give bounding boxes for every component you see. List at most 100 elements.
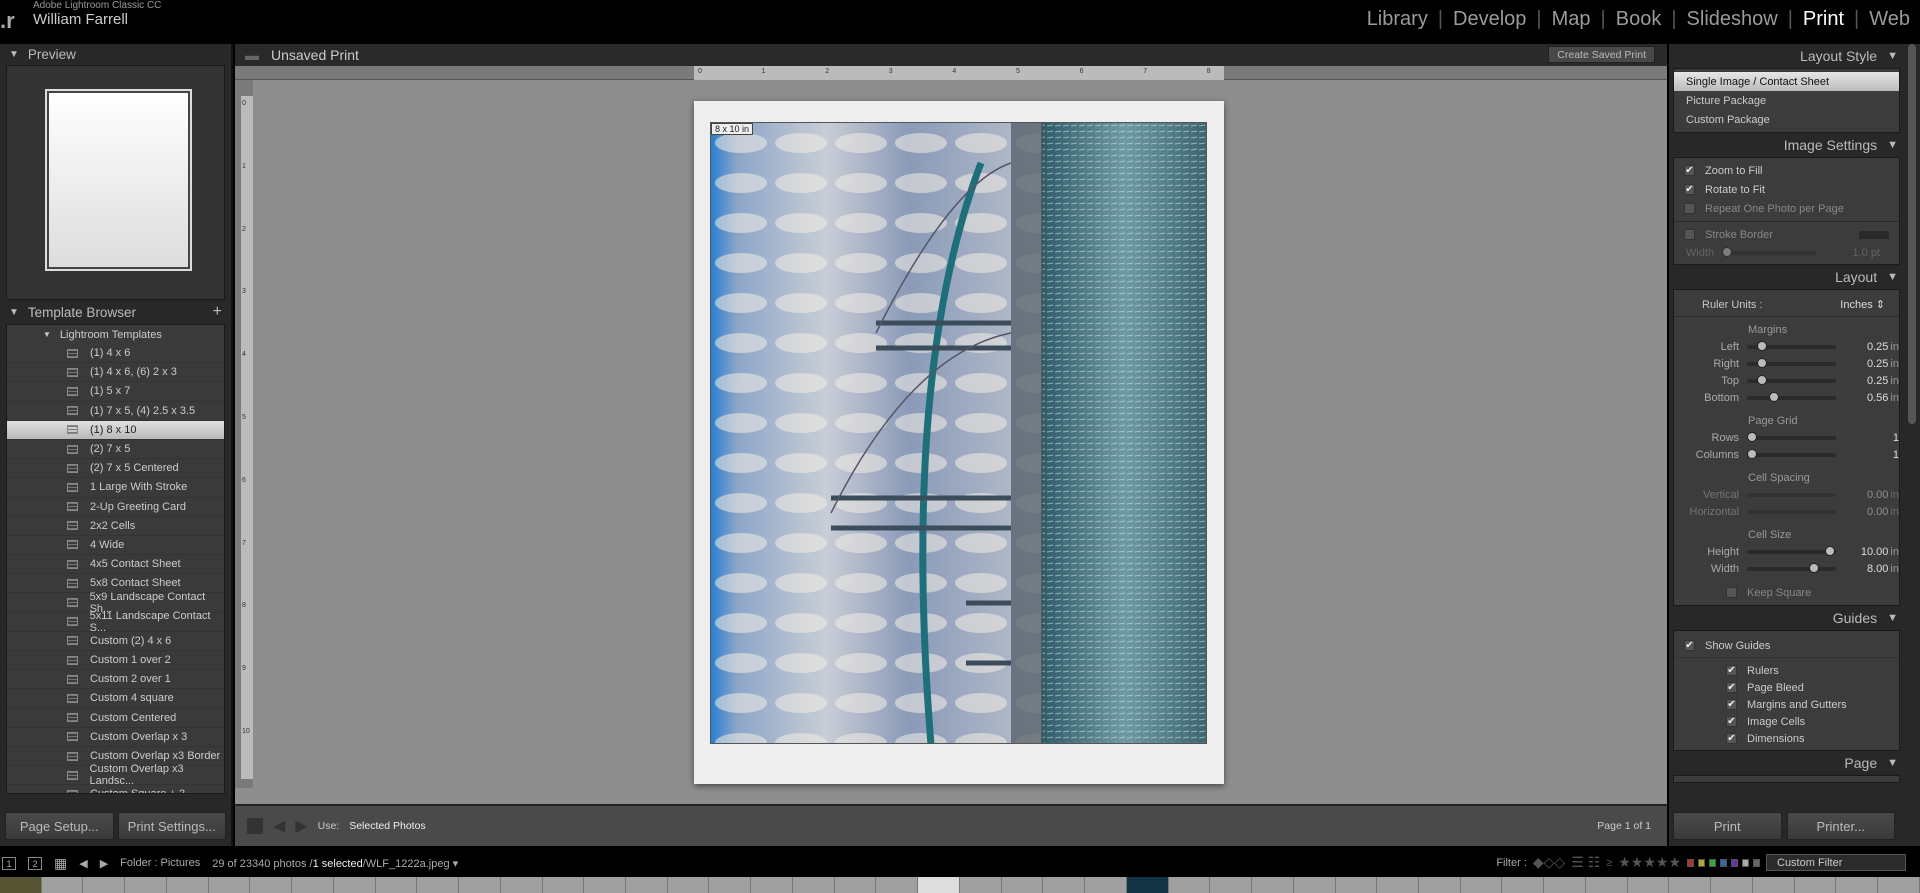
print-settings-button[interactable]: Print Settings... xyxy=(117,812,226,840)
folder-source[interactable]: Folder : Pictures xyxy=(120,857,200,869)
filmstrip-thumbnail[interactable] xyxy=(1001,877,1044,893)
rating-operator[interactable]: ≥ xyxy=(1606,857,1612,869)
filmstrip-thumbnail[interactable] xyxy=(1627,877,1670,893)
filmstrip-thumbnail[interactable] xyxy=(1794,877,1837,893)
template-item[interactable]: Custom 1 over 2 xyxy=(7,651,224,671)
template-item[interactable]: 2x2 Cells xyxy=(7,517,224,536)
template-item[interactable]: 5x11 Landscape Contact S... xyxy=(7,610,224,634)
grid-view-icon[interactable]: ▦ xyxy=(54,855,67,872)
layout-style-item[interactable]: Picture Package xyxy=(1674,91,1899,110)
slider-thumb[interactable] xyxy=(1769,391,1780,402)
next-page-icon[interactable]: ▶ xyxy=(295,816,307,836)
module-book[interactable]: Book xyxy=(1606,8,1672,31)
filmstrip-thumbnail[interactable] xyxy=(1460,877,1503,893)
slider-track[interactable] xyxy=(1747,448,1836,459)
filmstrip-thumbnail[interactable] xyxy=(1544,877,1586,893)
module-print[interactable]: Print xyxy=(1793,8,1854,31)
forward-arrow-icon[interactable]: ▶ xyxy=(100,857,108,870)
filmstrip-thumbnail[interactable] xyxy=(0,877,42,893)
selected-file[interactable]: /WLF_1222a.jpeg xyxy=(363,858,450,870)
rotate-to-fit-checkbox[interactable]: ✔ Rotate to Fit xyxy=(1674,180,1899,199)
secondary-window-button[interactable]: 2 xyxy=(28,856,42,870)
filmstrip-thumbnail[interactable] xyxy=(1085,877,1127,893)
margins-slider-left[interactable]: Left 0.25 in xyxy=(1674,338,1899,355)
template-item[interactable]: (1) 4 x 6 xyxy=(7,344,224,364)
slider-thumb[interactable] xyxy=(1809,562,1820,573)
slider-track[interactable] xyxy=(1747,431,1836,442)
filmstrip-thumbnail[interactable] xyxy=(1126,877,1169,893)
template-item[interactable]: (2) 7 x 5 xyxy=(7,440,224,460)
filmstrip-thumbnail[interactable] xyxy=(459,877,501,893)
layout-style-header[interactable]: Layout Style ▼ xyxy=(1669,44,1920,68)
printer-button[interactable]: Printer... xyxy=(1786,812,1895,840)
slider-track[interactable] xyxy=(1747,509,1836,514)
filmstrip-thumbnail[interactable] xyxy=(792,877,835,893)
filmstrip-thumbnail[interactable] xyxy=(667,877,710,893)
page-header[interactable]: Page ▼ xyxy=(1669,751,1920,775)
template-item[interactable]: Custom Centered xyxy=(7,709,224,728)
filmstrip-thumbnail[interactable] xyxy=(1293,877,1336,893)
module-map[interactable]: Map xyxy=(1542,8,1601,31)
slider-track[interactable] xyxy=(1747,545,1836,556)
filmstrip-thumbnail[interactable] xyxy=(1585,877,1628,893)
layout-style-item[interactable]: Single Image / Contact Sheet xyxy=(1674,72,1899,91)
filmstrip-thumbnail[interactable] xyxy=(1168,877,1211,893)
color-label-swatch[interactable] xyxy=(1731,858,1738,867)
filmstrip-thumbnail[interactable] xyxy=(250,877,293,893)
slider-thumb[interactable] xyxy=(1747,431,1758,442)
slider-track[interactable] xyxy=(1747,374,1836,385)
template-item[interactable]: (1) 7 x 5, (4) 2.5 x 3.5 xyxy=(7,402,224,421)
filmstrip-thumbnail[interactable] xyxy=(208,877,251,893)
template-item[interactable]: 2-Up Greeting Card xyxy=(7,498,224,517)
filmstrip-thumbnail[interactable] xyxy=(709,877,752,893)
template-item[interactable]: 1 Large With Stroke xyxy=(7,478,224,498)
page-grid-slider-rows[interactable]: Rows 1 xyxy=(1674,429,1899,446)
filmstrip-thumbnail[interactable] xyxy=(375,877,418,893)
filmstrip-thumbnail[interactable] xyxy=(542,877,585,893)
color-label-swatch[interactable] xyxy=(1687,858,1694,867)
template-item[interactable]: 4 Wide xyxy=(7,536,224,556)
filmstrip-thumbnail[interactable] xyxy=(1418,877,1461,893)
page-grid-slider-columns[interactable]: Columns 1 xyxy=(1674,446,1899,463)
module-develop[interactable]: Develop xyxy=(1443,8,1536,31)
template-item[interactable]: Custom Overlap x 3 xyxy=(7,728,224,747)
guide-checkbox-dimensions[interactable]: ✔ Dimensions xyxy=(1674,730,1899,747)
margins-slider-right[interactable]: Right 0.25 in xyxy=(1674,355,1899,372)
primary-window-button[interactable]: 1 xyxy=(2,856,16,870)
filmstrip-thumbnail[interactable] xyxy=(751,877,793,893)
filmstrip-thumbnail[interactable] xyxy=(292,877,334,893)
layout-header[interactable]: Layout ▼ xyxy=(1669,265,1920,289)
cell-spacing-slider-horizontal[interactable]: Horizontal 0.00 in xyxy=(1674,503,1899,520)
create-saved-print-button[interactable]: Create Saved Print xyxy=(1548,46,1655,63)
filmstrip-thumbnail[interactable] xyxy=(125,877,167,893)
filmstrip-thumbnail[interactable] xyxy=(1043,877,1086,893)
filmstrip-thumbnail[interactable] xyxy=(626,877,668,893)
filmstrip-thumbnail[interactable] xyxy=(83,877,126,893)
module-web[interactable]: Web xyxy=(1859,8,1920,31)
template-item[interactable]: (2) 7 x 5 Centered xyxy=(7,459,224,479)
filmstrip-thumbnail[interactable] xyxy=(500,877,543,893)
filmstrip-thumbnail[interactable] xyxy=(1335,877,1378,893)
module-slideshow[interactable]: Slideshow xyxy=(1677,8,1788,31)
print-button[interactable]: Print xyxy=(1673,812,1782,840)
slider-thumb[interactable] xyxy=(1757,340,1768,351)
filmstrip-thumbnail[interactable] xyxy=(1502,877,1545,893)
slider-thumb[interactable] xyxy=(1757,374,1768,385)
edit-filter-icons[interactable]: ☰ ☷ xyxy=(1571,854,1600,871)
show-guides-checkbox[interactable]: ✔ Show Guides xyxy=(1674,634,1899,658)
previous-page-icon[interactable]: ◀ xyxy=(273,816,285,836)
template-item[interactable]: (1) 4 x 6, (6) 2 x 3 xyxy=(7,363,224,383)
template-browser-header[interactable]: ▼ Template Browser + xyxy=(0,302,231,322)
slider-thumb[interactable] xyxy=(1757,357,1768,368)
zoom-to-fill-checkbox[interactable]: ✔ Zoom to Fill xyxy=(1674,161,1899,180)
filmstrip-thumbnail[interactable] xyxy=(1878,877,1920,893)
keep-square-checkbox[interactable]: Keep Square xyxy=(1674,583,1899,602)
template-item[interactable]: Custom 2 over 1 xyxy=(7,670,224,690)
cell-size-slider-width[interactable]: Width 8.00 in xyxy=(1674,560,1899,577)
stop-icon[interactable] xyxy=(247,818,263,834)
slider-thumb[interactable] xyxy=(1747,448,1758,459)
filmstrip-thumbnail[interactable] xyxy=(1669,877,1712,893)
filmstrip-thumbnail[interactable] xyxy=(918,877,960,893)
guide-checkbox-image-cells[interactable]: ✔ Image Cells xyxy=(1674,713,1899,730)
slider-track[interactable] xyxy=(1747,391,1836,402)
